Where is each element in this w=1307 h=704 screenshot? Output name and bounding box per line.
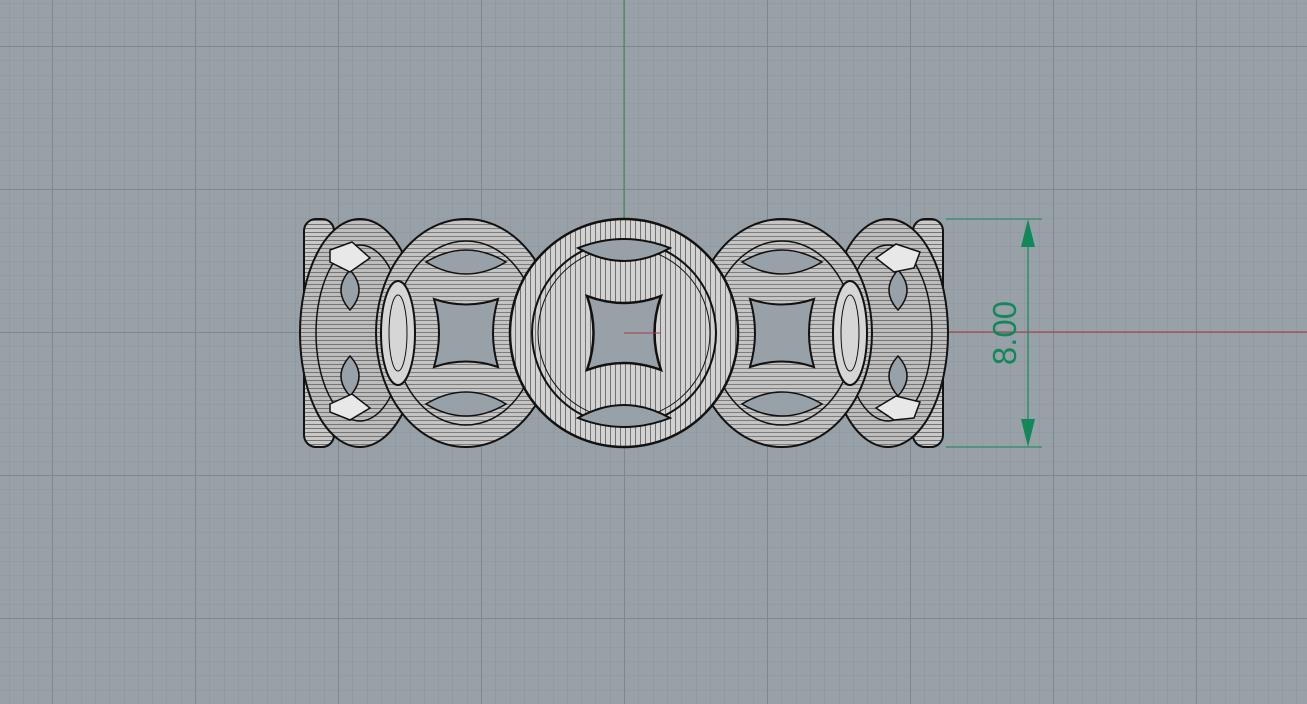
overlap-lens-left-outer: [380, 280, 416, 386]
coin-center: [508, 217, 740, 449]
ring-wireframe-model[interactable]: [299, 217, 949, 449]
viewport-canvas[interactable]: [0, 0, 1307, 704]
front-viewport[interactable]: 8.00: [0, 0, 1307, 704]
overlap-lens-right-outer: [832, 280, 868, 386]
